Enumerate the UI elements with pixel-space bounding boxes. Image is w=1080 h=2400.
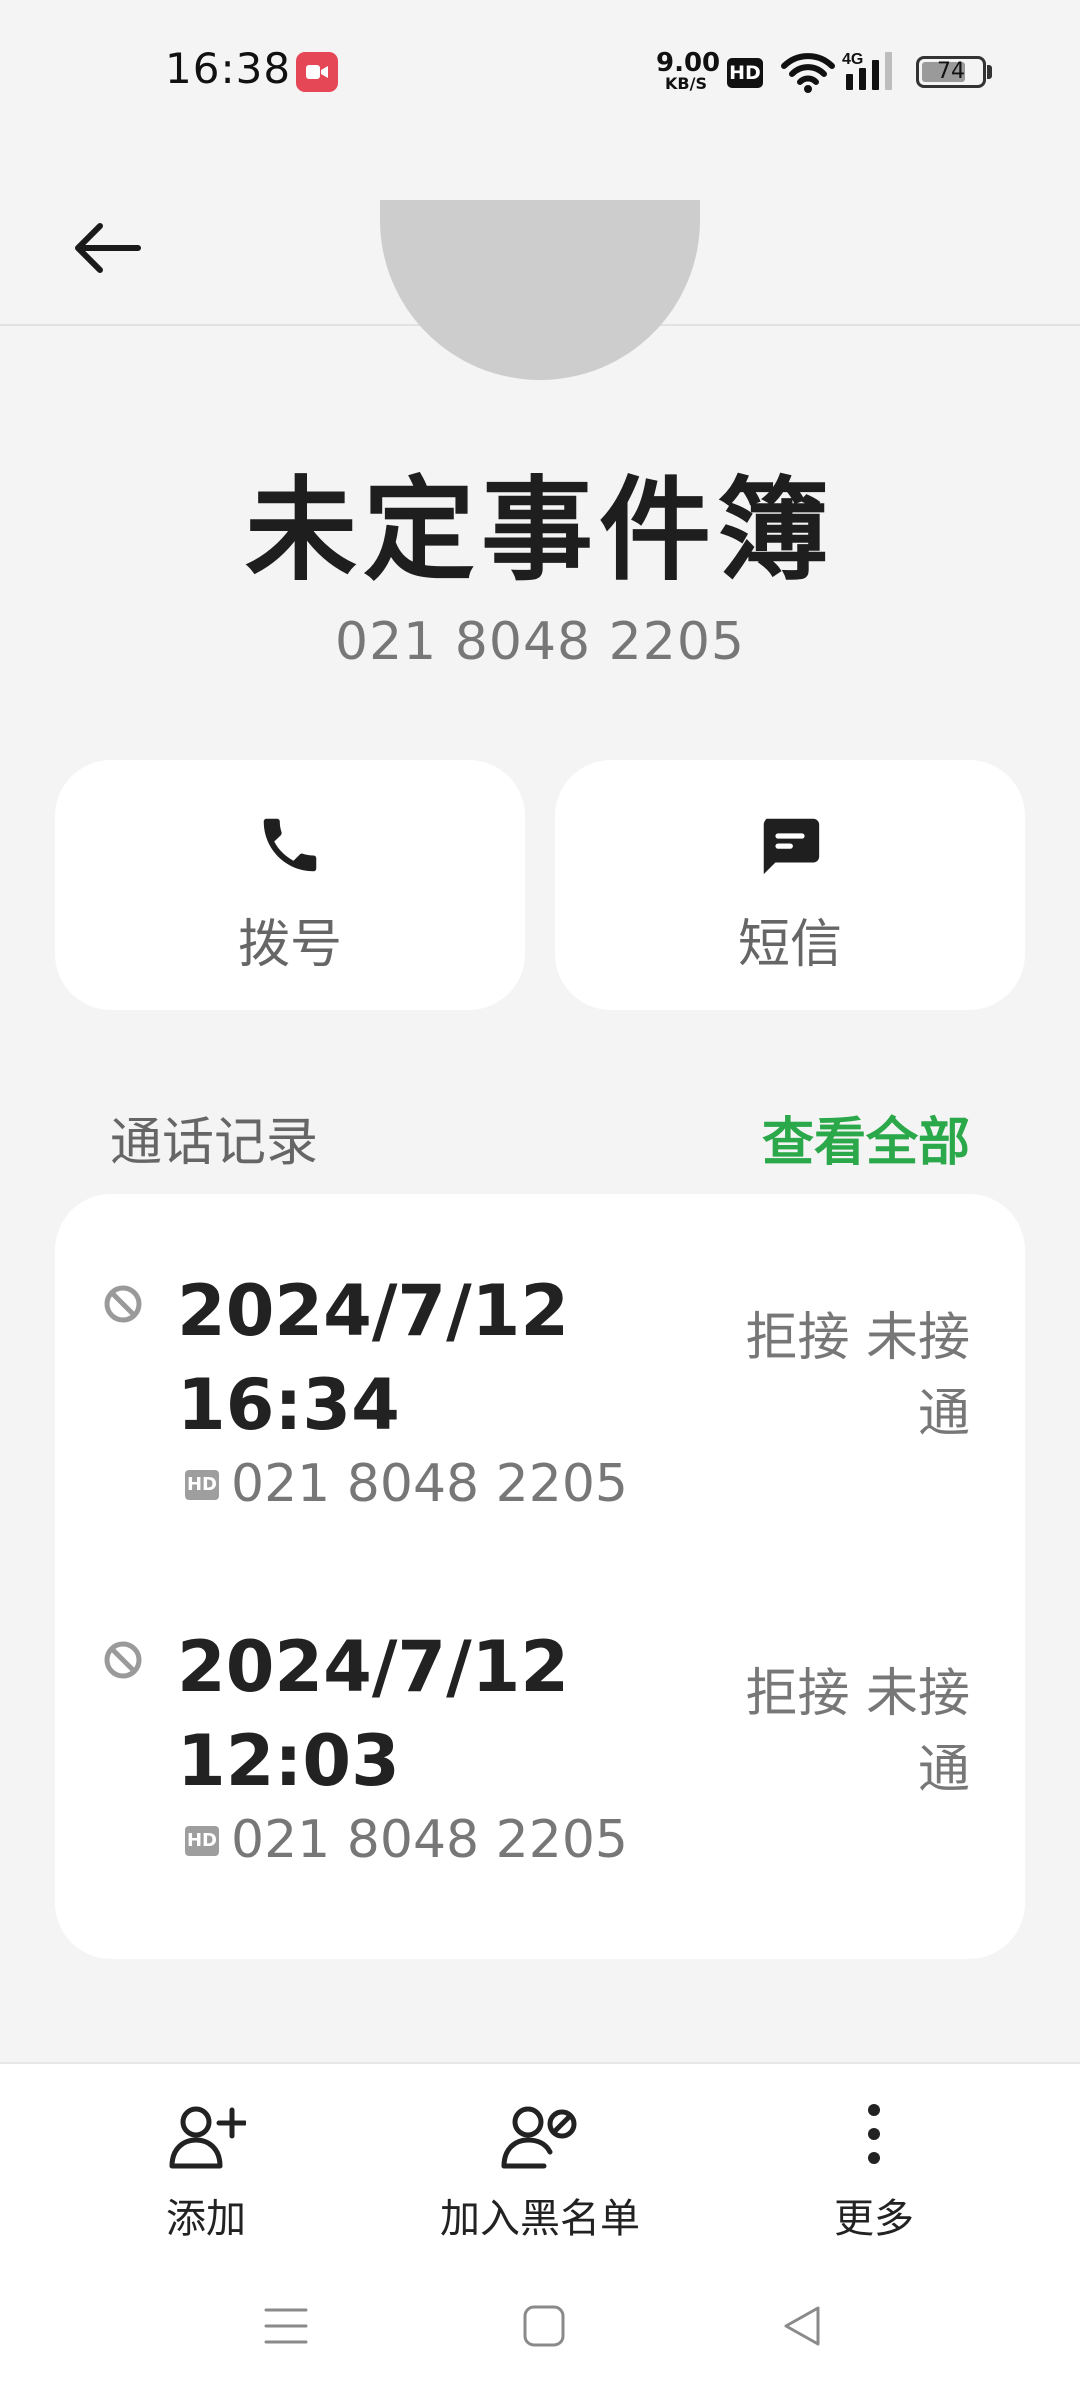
call-log-number: 021 8048 2205 [231, 1810, 628, 1870]
call-log-datetime: 2024/7/12 16:34 [177, 1264, 597, 1452]
status-bar: 16:38 9.00 KB/S HD 4G 74 [0, 0, 1080, 140]
more-label: 更多 [834, 2196, 914, 2242]
view-all-link[interactable]: 查看全部 [762, 1100, 970, 1175]
network-type-label: 4G [842, 51, 863, 68]
cellular-signal-icon: 4G [842, 48, 900, 96]
call-log-status-line2: 通 [917, 1384, 970, 1444]
menu-icon[interactable] [262, 2302, 310, 2350]
back-button[interactable] [60, 200, 156, 296]
call-log-status-line1: 拒接 未接 [745, 1308, 970, 1368]
blacklist-label: 加入黑名单 [440, 2196, 640, 2242]
dial-button[interactable]: 拨号 [55, 760, 525, 1010]
network-speed-unit: KB/S [665, 74, 707, 93]
call-log-status: 拒接 未接 通 [720, 1300, 970, 1452]
add-contact-label: 添加 [166, 2196, 246, 2242]
battery-tip [987, 65, 992, 79]
wifi-icon [780, 50, 836, 98]
call-log-status: 拒接 未接 通 [720, 1656, 970, 1808]
phone-icon [263, 818, 317, 872]
dial-label: 拨号 [237, 915, 342, 975]
call-log-number: 021 8048 2205 [231, 1454, 628, 1514]
battery-level: 74 [937, 59, 965, 84]
person-add-icon [169, 2106, 248, 2169]
call-log-time: 16:34 [177, 1364, 400, 1446]
bottom-action-bar: 添加 加入黑名单 更多 [0, 2062, 1080, 2264]
call-log-status-line2: 通 [917, 1740, 970, 1800]
call-log-date: 2024/7/12 [177, 1626, 570, 1708]
system-nav-bar [0, 2262, 1080, 2400]
battery-icon: 74 [916, 56, 986, 88]
call-log-status-line1: 拒接 未接 [745, 1664, 970, 1724]
add-contact-button[interactable]: 添加 [56, 2100, 356, 2244]
block-icon [104, 1285, 142, 1323]
call-log-datetime: 2024/7/12 12:03 [177, 1620, 597, 1808]
call-log-item[interactable]: 2024/7/12 16:34 HD 021 8048 2205 拒接 未接 通 [55, 1264, 1025, 1594]
hd-call-badge: HD [185, 1470, 219, 1500]
block-icon [104, 1641, 142, 1679]
screen-record-icon [296, 52, 338, 92]
home-icon[interactable] [520, 2302, 568, 2350]
contact-name: 未定事件簿 [245, 466, 835, 596]
arrow-left-icon [75, 223, 141, 273]
more-button[interactable]: 更多 [724, 2100, 1024, 2244]
call-log-title: 通话记录 [110, 1113, 319, 1173]
message-icon [763, 818, 820, 875]
call-log-time: 12:03 [177, 1720, 400, 1802]
call-log-date: 2024/7/12 [177, 1270, 570, 1352]
back-nav-icon[interactable] [778, 2302, 826, 2350]
sms-button[interactable]: 短信 [555, 760, 1025, 1010]
network-speed: 9.00 KB/S [656, 48, 721, 93]
blacklist-button[interactable]: 加入黑名单 [390, 2100, 690, 2244]
hd-call-badge: HD [185, 1826, 219, 1856]
status-time: 16:38 [165, 44, 292, 93]
person-block-icon [501, 2106, 577, 2169]
contact-number: 021 8048 2205 [335, 612, 745, 672]
hd-voice-badge: HD [727, 58, 763, 88]
call-log-item[interactable]: 2024/7/12 12:03 HD 021 8048 2205 拒接 未接 通 [55, 1620, 1025, 1950]
sms-label: 短信 [737, 915, 842, 975]
more-vertical-icon [868, 2104, 880, 2164]
call-log-list: 2024/7/12 16:34 HD 021 8048 2205 拒接 未接 通… [55, 1194, 1025, 1959]
network-speed-value: 9.00 [656, 48, 721, 78]
